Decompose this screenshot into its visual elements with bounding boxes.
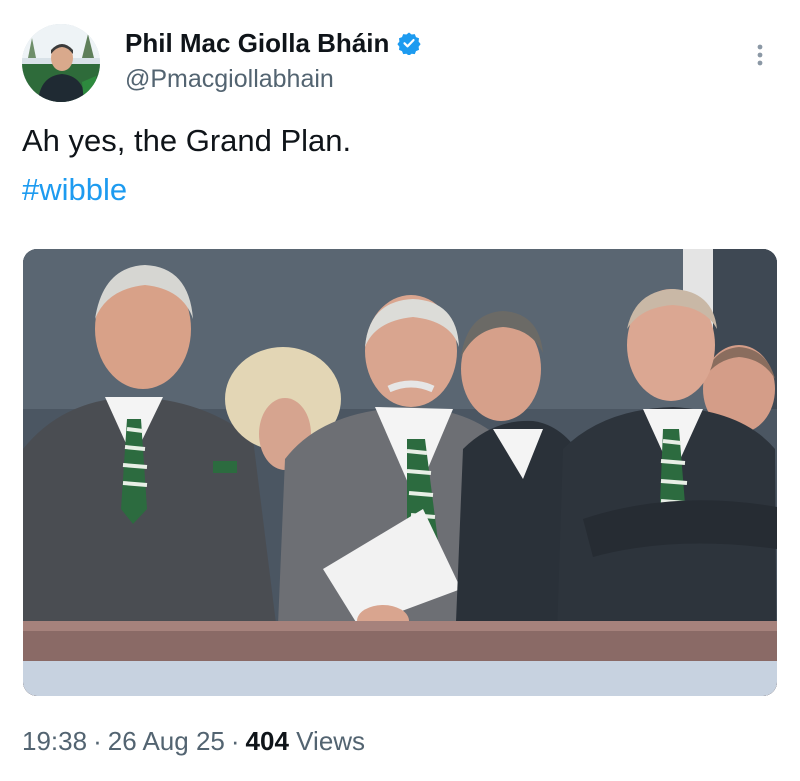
tweet-text: Ah yes, the Grand Plan. [22,123,352,158]
avatar-image [22,24,100,102]
views-count: 404 [245,726,289,756]
author-handle[interactable]: @Pmacgiollabhain [125,65,334,94]
tweet-time[interactable]: 19:38 [22,726,87,756]
tweet-photo[interactable] [23,249,777,696]
tweet-meta: 19:38 · 26 Aug 25 · 404 Views [22,726,365,757]
tweet-date[interactable]: 26 Aug 25 [108,726,225,756]
photo-content [23,249,777,696]
views-label: Views [296,726,366,756]
author-display-name[interactable]: Phil Mac Giolla Bháin [125,28,389,59]
more-options-icon[interactable] [752,40,768,74]
meta-separator: · [230,726,240,756]
hashtag-link[interactable]: #wibble [22,172,127,208]
avatar[interactable] [22,24,100,102]
verified-badge-icon[interactable] [397,31,421,56]
meta-separator: · [93,726,102,756]
author-name-row: Phil Mac Giolla Bháin [125,26,421,60]
